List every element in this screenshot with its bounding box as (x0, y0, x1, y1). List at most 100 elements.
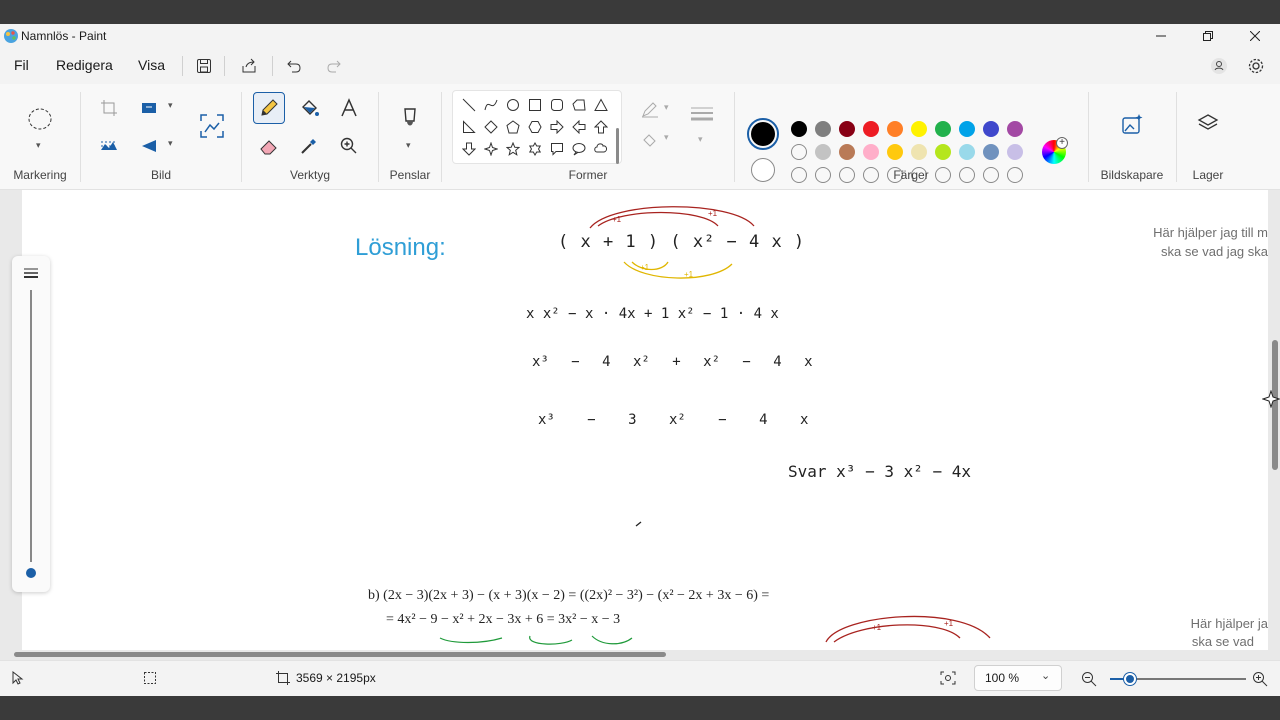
zoom-in-icon[interactable] (1252, 671, 1268, 687)
rotate-button[interactable] (134, 130, 166, 162)
cloud-callout-shape[interactable] (593, 141, 609, 157)
chevron-down-icon[interactable]: ▾ (664, 132, 669, 143)
primary-color-button[interactable] (747, 118, 779, 150)
six-point-star-shape[interactable] (527, 141, 543, 157)
color-swatch[interactable] (815, 144, 831, 160)
save-button[interactable] (190, 52, 218, 80)
shape-outline-button[interactable] (634, 94, 666, 126)
up-arrow-shape[interactable] (593, 119, 609, 135)
hexagon-shape[interactable] (527, 119, 543, 135)
zoom-level-dropdown[interactable]: 100 % ⌄ (974, 665, 1062, 691)
settings-button[interactable] (1242, 52, 1270, 80)
brush-size-track[interactable] (30, 290, 32, 562)
magnifier-tool[interactable] (333, 130, 365, 162)
color-swatch[interactable] (959, 144, 975, 160)
color-swatch[interactable] (887, 121, 903, 137)
color-picker-icon (301, 139, 316, 154)
selection-button[interactable] (24, 104, 56, 136)
restore-button[interactable] (1185, 24, 1231, 48)
text-tool[interactable] (333, 92, 365, 124)
chevron-down-icon[interactable]: ▾ (698, 134, 703, 145)
chevron-down-icon[interactable]: ▾ (168, 138, 173, 149)
pentagon-shape[interactable] (505, 119, 521, 135)
image-creator-button[interactable] (1116, 108, 1148, 140)
color-swatch[interactable] (815, 121, 831, 137)
menu-view[interactable]: Visa (138, 57, 165, 73)
color-swatch[interactable] (839, 121, 855, 137)
color-swatch[interactable] (935, 144, 951, 160)
redo-button[interactable] (320, 52, 348, 80)
color-swatch[interactable] (839, 144, 855, 160)
zoom-out-icon[interactable] (1081, 671, 1097, 687)
custom-color-slot[interactable] (791, 144, 807, 160)
resize-button[interactable] (134, 92, 166, 124)
image-select-button[interactable] (196, 110, 228, 142)
color-swatch[interactable] (959, 121, 975, 137)
color-swatch[interactable] (911, 121, 927, 137)
color-swatch[interactable] (983, 144, 999, 160)
crop-icon (101, 100, 117, 116)
menu-file[interactable]: Fil (14, 57, 29, 73)
shape-fill-button[interactable] (634, 124, 666, 156)
chevron-down-icon[interactable]: ▾ (36, 140, 41, 151)
color-swatch[interactable] (983, 121, 999, 137)
color-swatch[interactable] (863, 121, 879, 137)
color-picker-tool[interactable] (293, 130, 325, 162)
rectangle-shape[interactable] (527, 97, 543, 113)
color-swatch[interactable] (1007, 144, 1023, 160)
account-button[interactable] (1205, 52, 1233, 80)
diamond-shape[interactable] (483, 119, 499, 135)
edit-colors-button[interactable]: + (1042, 137, 1068, 164)
horizontal-scrollbar[interactable] (0, 650, 1270, 660)
resize-handle-icon[interactable] (1262, 390, 1280, 408)
oval-callout-shape[interactable] (571, 141, 587, 157)
right-arrow-shape[interactable] (549, 119, 565, 135)
fit-to-window-icon[interactable] (940, 671, 956, 685)
oval-shape[interactable] (505, 97, 521, 113)
rectangular-callout-shape[interactable] (549, 141, 565, 157)
layers-button[interactable] (1192, 108, 1224, 140)
pencil-tool[interactable] (253, 92, 285, 124)
color-swatch[interactable] (1007, 121, 1023, 137)
menu-edit[interactable]: Redigera (56, 57, 113, 73)
fill-tool[interactable] (293, 92, 325, 124)
zoom-slider-thumb[interactable] (1124, 673, 1136, 685)
chevron-down-icon[interactable]: ▾ (168, 100, 173, 111)
share-button[interactable] (235, 52, 263, 80)
zoom-slider[interactable] (1110, 673, 1246, 685)
side-hint-line-2: ska se vad jag ska (1161, 244, 1268, 259)
curve-shape[interactable] (483, 97, 499, 113)
shapes-gallery-scrollbar[interactable] (616, 128, 619, 164)
chevron-down-icon: ⌄ (1041, 670, 1051, 682)
four-point-star-shape[interactable] (483, 141, 499, 157)
pencil-icon (261, 99, 278, 116)
polygon-shape[interactable] (571, 97, 587, 113)
close-button[interactable] (1232, 24, 1278, 48)
right-triangle-icon (463, 120, 476, 133)
eraser-tool[interactable] (253, 130, 285, 162)
stroke-size-button[interactable] (686, 98, 718, 130)
triangle-shape[interactable] (593, 97, 609, 113)
left-arrow-shape[interactable] (571, 119, 587, 135)
undo-button[interactable] (280, 52, 308, 80)
brushes-button[interactable] (394, 104, 426, 136)
color-swatch[interactable] (863, 144, 879, 160)
color-swatch[interactable] (935, 121, 951, 137)
chevron-down-icon[interactable]: ▾ (664, 102, 669, 113)
color-swatch[interactable] (911, 144, 927, 160)
five-point-star-shape[interactable] (505, 141, 521, 157)
color-swatch[interactable] (887, 144, 903, 160)
color-swatch[interactable] (791, 121, 807, 137)
brush-size-thumb[interactable] (26, 568, 36, 578)
crop-button[interactable] (93, 92, 125, 124)
minimize-button[interactable] (1138, 24, 1184, 48)
vertical-scrollbar[interactable] (1270, 190, 1280, 660)
chevron-down-icon[interactable]: ▾ (406, 140, 411, 151)
line-shape[interactable] (461, 97, 477, 113)
rounded-rectangle-shape[interactable] (549, 97, 565, 113)
down-arrow-shape[interactable] (461, 141, 477, 157)
drawing-canvas[interactable]: Lösning: +1 +1 +1 +1 ( x + 1 ) ( x² − 4 … (22, 190, 1268, 650)
horizontal-scroll-thumb[interactable] (14, 652, 666, 657)
right-triangle-shape[interactable] (461, 119, 477, 135)
remove-background-button[interactable] (93, 130, 125, 162)
